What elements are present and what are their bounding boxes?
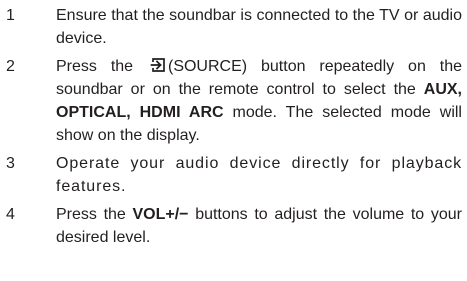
step-number: 3 [6, 155, 15, 172]
step-1: 1 Ensure that the soundbar is connected … [0, 4, 467, 50]
step-2: 2 Press the (SOURCE) button repeatedly o… [0, 55, 467, 147]
source-input-icon [150, 58, 165, 72]
step-3: 3 Operate your audio device directly for… [0, 152, 467, 198]
step-text: Press the (SOURCE) button repeatedly on … [56, 55, 462, 147]
step-text: Press the VOL+/− buttons to adjust the v… [56, 203, 462, 249]
step-number: 4 [6, 206, 15, 223]
step-number: 2 [6, 58, 15, 75]
step-text-press: Press the [56, 206, 126, 223]
step-text: Operate your audio device directly for p… [56, 155, 462, 195]
step-4: 4 Press the VOL+/− buttons to adjust the… [0, 203, 467, 249]
step-text-press: Press the [56, 58, 134, 75]
step-number: 1 [6, 7, 15, 24]
instruction-steps: 1 Ensure that the soundbar is connected … [0, 4, 467, 254]
volume-button-label: VOL+/− [132, 206, 189, 223]
step-text: Ensure that the soundbar is connected to… [56, 7, 462, 47]
